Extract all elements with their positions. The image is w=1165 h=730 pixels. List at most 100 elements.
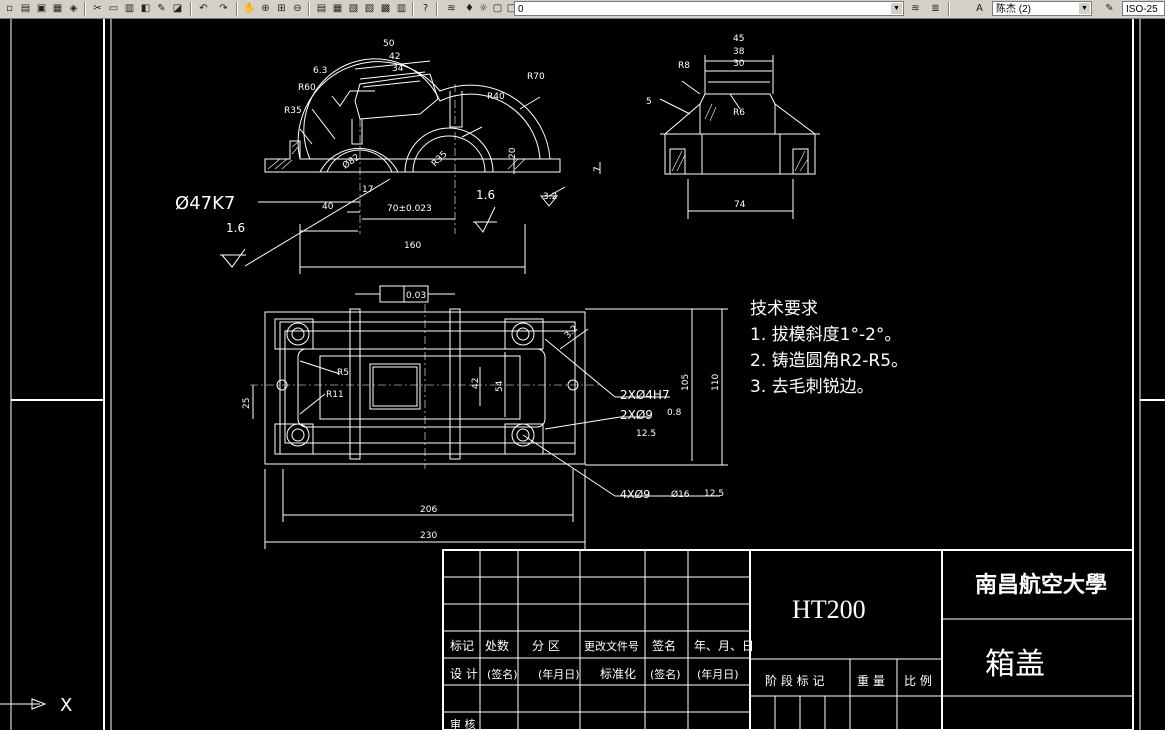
dim-text: 6.3	[313, 66, 327, 76]
callout-text: 12.5	[636, 429, 656, 439]
ucs-icon	[0, 698, 47, 710]
title-block-cell: (签名)	[650, 667, 681, 681]
dim-text: 40	[322, 202, 334, 212]
dim-text: R60	[298, 83, 316, 93]
dim-text: R70	[527, 72, 545, 82]
dim-style-icon[interactable]: ✎	[1102, 1, 1117, 16]
dim-text: 42	[389, 52, 400, 62]
lock-icon[interactable]: ▢	[490, 1, 505, 16]
undo-icon[interactable]: ↶	[196, 1, 211, 16]
tech-requirement-item: 1. 拔模斜度1°-2°。	[750, 325, 901, 345]
paste-icon[interactable]: ▥	[122, 1, 137, 16]
dim-text: R11	[326, 390, 344, 400]
title-block-cell: (年月日)	[538, 667, 580, 681]
title-block-cell: 处数	[485, 638, 509, 653]
tech-requirement-item: 2. 铸造圆角R2-R5。	[750, 351, 908, 371]
text-style-icon[interactable]: A	[972, 1, 987, 16]
surface-roughness: 1.6	[226, 221, 245, 235]
cut-icon[interactable]: ✂	[90, 1, 105, 16]
title-block-cell: 阶 段 标 记	[765, 673, 824, 688]
dim-text: 45	[733, 34, 744, 44]
material-label: HT200	[792, 595, 866, 624]
callout-text: 2XØ4H7	[620, 388, 670, 402]
brush-icon[interactable]: ✎	[154, 1, 169, 16]
dim-text: 25	[242, 398, 252, 409]
properties-icon[interactable]: ▤	[314, 1, 329, 16]
chevron-down-icon: ▼	[1079, 3, 1090, 14]
zoom-window-icon[interactable]: ⊞	[274, 1, 289, 16]
style-combo[interactable]: ISO-25	[1122, 1, 1165, 16]
dim-text: 54	[495, 380, 505, 392]
chevron-down-icon: ▼	[891, 3, 902, 14]
user-combo[interactable]: 陈杰 (2) ▼	[992, 1, 1092, 16]
layer-combo[interactable]: 0 ▼	[514, 1, 904, 16]
zoom-realtime-icon[interactable]: ⊕	[258, 1, 273, 16]
dim-text: R5	[337, 368, 349, 378]
dim-text: 70±0.023	[387, 204, 432, 214]
layer-previous-icon[interactable]: ≋	[908, 1, 923, 16]
school-name: 南昌航空大學	[975, 572, 1107, 598]
plot-icon[interactable]: ▦	[50, 1, 65, 16]
callout-text: 0.8	[667, 408, 682, 418]
lightbulb-icon[interactable]: ♦	[462, 1, 477, 16]
publish-icon[interactable]: ◈	[66, 1, 81, 16]
open-icon[interactable]: ▤	[18, 1, 33, 16]
title-block-cell: 年、月、日	[694, 639, 754, 653]
redo-icon[interactable]: ↷	[216, 1, 231, 16]
part-name: 箱盖	[985, 647, 1045, 682]
dim-text: 50	[383, 39, 395, 49]
dim-text: 7	[593, 166, 603, 172]
dim-text: Ø82	[340, 152, 362, 172]
sheet-set-icon[interactable]: ▨	[362, 1, 377, 16]
dim-text: 3.2	[543, 192, 557, 202]
ucs-x-label: X	[60, 695, 72, 716]
layer-state-icon[interactable]: ≣	[928, 1, 943, 16]
dim-text: 160	[404, 241, 421, 251]
dim-text: 5	[646, 97, 652, 107]
title-block-cell: 更改文件号	[584, 639, 639, 653]
callout-text: Ø16	[671, 489, 690, 500]
dim-text: R35	[430, 150, 450, 170]
side-view	[659, 55, 820, 219]
new-icon[interactable]: ▫	[2, 1, 17, 16]
markup-icon[interactable]: ▩	[378, 1, 393, 16]
callout-text: 12.5	[704, 489, 724, 499]
dim-text: R6	[733, 108, 745, 118]
save-icon[interactable]: ▣	[34, 1, 49, 16]
title-block-cell: 设 计	[450, 667, 478, 681]
help-icon[interactable]: ?	[418, 1, 433, 16]
pan-icon[interactable]: ✋	[242, 1, 257, 16]
surface-roughness: 1.6	[476, 188, 495, 202]
title-block-cell: (签名)	[487, 667, 518, 681]
user-value: 陈杰 (2)	[996, 4, 1031, 15]
dim-text: 206	[420, 505, 437, 515]
title-block-cell: 审 核	[450, 717, 476, 730]
design-center-icon[interactable]: ▦	[330, 1, 345, 16]
dim-text: R40	[487, 92, 505, 102]
title-block-cell: 分 区	[532, 639, 560, 653]
drawing-svg: 50 42 34 6.3 R60 R35 R70 R40 Ø82 R35 20 …	[0, 19, 1165, 730]
dim-text: 20	[508, 147, 518, 159]
match-prop-icon[interactable]: ◧	[138, 1, 153, 16]
parallel-tolerance: 0.03	[406, 291, 426, 301]
dim-text: 34	[392, 64, 404, 74]
zoom-previous-icon[interactable]: ⊖	[290, 1, 305, 16]
dim-text: 74	[734, 200, 746, 210]
copy-icon[interactable]: ▭	[106, 1, 121, 16]
calculator-icon[interactable]: ▥	[394, 1, 409, 16]
callout-text: 4XØ9	[620, 488, 650, 501]
dim-text: R35	[284, 106, 302, 116]
layer-manager-icon[interactable]: ≋	[444, 1, 459, 16]
sun-icon[interactable]: ☼	[476, 1, 491, 16]
dim-text: R8	[678, 61, 690, 71]
layer-value: 0	[518, 4, 524, 15]
top-view	[250, 285, 728, 549]
callout-text: 2XØ9	[620, 408, 653, 422]
title-block-cell: 标记	[450, 639, 474, 653]
hole-fit-label: Ø47K7	[175, 193, 235, 214]
drawing-canvas[interactable]: 50 42 34 6.3 R60 R35 R70 R40 Ø82 R35 20 …	[0, 19, 1165, 730]
title-block-cell: 签名	[652, 638, 676, 653]
tool-palette-icon[interactable]: ▧	[346, 1, 361, 16]
dim-text: 30	[733, 59, 745, 69]
block-icon[interactable]: ◪	[170, 1, 185, 16]
